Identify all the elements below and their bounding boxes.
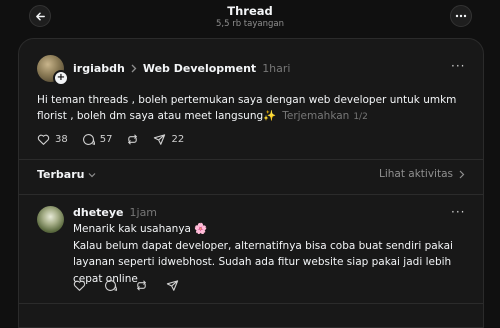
repost-icon [137, 280, 146, 291]
view-activity-link[interactable]: Lihat aktivitas [379, 168, 465, 180]
reply-time: 1jam [129, 206, 158, 219]
comment-button[interactable]: 57 [82, 133, 113, 146]
activity-label: Lihat aktivitas [378, 168, 453, 180]
reply-author-name[interactable]: dheteye [73, 206, 124, 219]
share-count: 22 [171, 134, 185, 145]
more-dots-icon [455, 14, 467, 18]
post-time: 1hari [262, 62, 291, 75]
post-text: Hi teman threads , boleh pertemukan saya… [37, 94, 457, 122]
title-block: Thread 5,5 rb tayangan [0, 4, 500, 30]
reply-more-icon[interactable]: ··· [451, 205, 465, 219]
translate-link[interactable]: Terjemahkan [282, 110, 349, 122]
reply-body: Menarik kak usahanya 🌸 Kalau belum dapat… [73, 221, 473, 287]
reply-actions [73, 279, 193, 292]
reply-comment-button[interactable] [104, 279, 117, 292]
reply-like-button[interactable] [73, 279, 86, 292]
post-author-name[interactable]: irgiabdh [73, 62, 125, 75]
reply-repost-button[interactable] [135, 279, 148, 292]
sort-label: Terbaru [37, 168, 85, 181]
more-options-button[interactable] [450, 5, 472, 27]
comment-count: 57 [99, 134, 113, 145]
reply-divider [19, 303, 483, 304]
repost-icon [128, 134, 138, 145]
post-header: irgiabdh Web Development 1hari [73, 62, 290, 75]
sort-dropdown[interactable]: Terbaru [37, 168, 96, 181]
post-divider [19, 159, 483, 160]
media-pager: 1/2 [353, 112, 368, 122]
page-title: Thread [227, 4, 273, 18]
send-icon [154, 134, 166, 145]
thread-panel: + irgiabdh Web Development 1hari ··· Hi … [18, 38, 484, 328]
heart-icon [37, 134, 50, 145]
sort-divider [19, 194, 483, 195]
post-more-icon[interactable]: ··· [451, 59, 465, 73]
reply-author-avatar[interactable] [37, 206, 64, 233]
follow-plus-icon[interactable]: + [53, 70, 69, 86]
post-body: Hi teman threads , boleh pertemukan saya… [37, 92, 467, 125]
community-link[interactable]: Web Development [143, 62, 256, 75]
chevron-right-icon [131, 64, 137, 73]
post-actions: 38 57 22 [37, 133, 198, 146]
comment-icon [105, 280, 117, 291]
view-count: 5,5 rb tayangan [216, 19, 284, 29]
reply-share-button[interactable] [166, 279, 179, 292]
like-button[interactable]: 38 [37, 133, 68, 146]
repost-button[interactable] [126, 133, 139, 146]
comment-icon [82, 134, 95, 145]
like-count: 38 [55, 134, 68, 145]
top-bar: Thread 5,5 rb tayangan [0, 0, 500, 38]
chevron-down-icon [89, 172, 96, 177]
share-button[interactable]: 22 [153, 133, 184, 146]
heart-icon [73, 280, 86, 291]
chevron-right-icon [459, 170, 465, 178]
reply-header: dheteye 1jam [73, 206, 157, 219]
reply-line-1: Menarik kak usahanya 🌸 [73, 223, 208, 235]
send-icon [166, 280, 179, 291]
